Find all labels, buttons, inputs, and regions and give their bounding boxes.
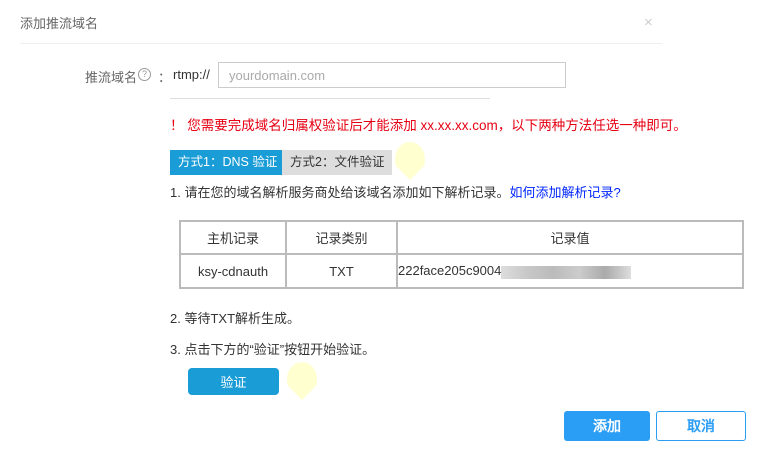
domain-input[interactable] xyxy=(218,62,566,88)
verify-button[interactable]: 验证 xyxy=(188,368,279,395)
cursor-marker xyxy=(287,362,317,400)
header-value: 记录值 xyxy=(396,220,744,255)
step-3: 3. 点击下方的“验证”按钮开始验证。 xyxy=(170,342,376,357)
label-colon: ： xyxy=(158,70,172,85)
header-host: 主机记录 xyxy=(179,220,287,255)
domain-label: 推流域名 xyxy=(85,70,138,85)
warning-message: ！ 您需要完成域名归属权验证后才能添加 xx.xx.xx.com，以下两种方法任… xyxy=(170,118,687,133)
step-1-text: 1. 请在您的域名解析服务商处给该域名添加如下解析记录。 xyxy=(170,185,510,200)
table-row: ksy-cdnauth TXT 222face205c9004 xyxy=(179,253,744,289)
cancel-button[interactable]: 取消 xyxy=(656,411,746,441)
redacted-blur xyxy=(501,265,632,279)
protocol-prefix: rtmp:// xyxy=(173,67,210,82)
help-icon[interactable]: ? xyxy=(138,68,151,81)
tab-dns-verify[interactable]: 方式1：DNS 验证 xyxy=(170,150,286,175)
tab-file-verify[interactable]: 方式2：文件验证 xyxy=(282,150,393,175)
table-header-row: 主机记录 记录类别 记录值 xyxy=(179,220,744,255)
cell-type: TXT xyxy=(285,253,398,289)
dns-record-table: 主机记录 记录类别 记录值 ksy-cdnauth TXT 222face205… xyxy=(179,220,744,289)
add-button[interactable]: 添加 xyxy=(564,411,650,441)
header-divider xyxy=(20,43,662,44)
step-1: 1. 请在您的域名解析服务商处给该域名添加如下解析记录。如何添加解析记录? xyxy=(170,182,621,201)
close-icon[interactable]: × xyxy=(644,14,653,31)
step-2: 2. 等待TXT解析生成。 xyxy=(170,311,301,326)
cell-value: 222face205c9004 xyxy=(396,253,744,289)
record-value: 222face205c9004 xyxy=(398,263,502,279)
cell-host: ksy-cdnauth xyxy=(179,253,287,289)
dialog-title: 添加推流域名 xyxy=(20,16,99,31)
divider xyxy=(170,98,490,99)
header-type: 记录类别 xyxy=(285,220,398,255)
help-link[interactable]: 如何添加解析记录? xyxy=(509,185,620,200)
cursor-marker xyxy=(395,142,425,180)
